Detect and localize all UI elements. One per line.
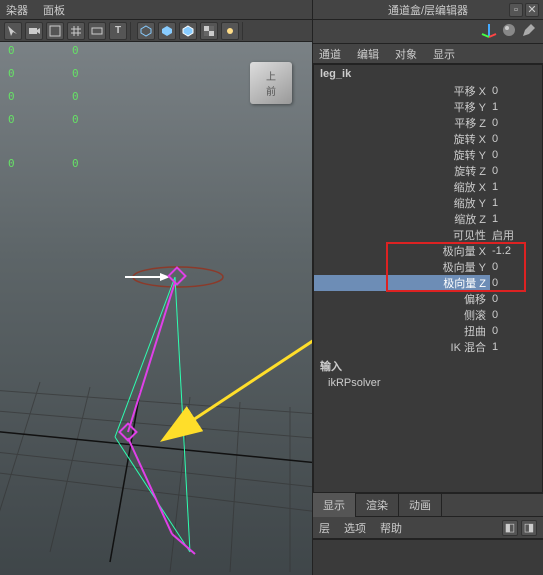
divider: [242, 22, 246, 40]
tab-channels[interactable]: 通道: [319, 46, 341, 62]
menu-options[interactable]: 选项: [344, 520, 366, 536]
undock-icon[interactable]: ▫: [509, 3, 523, 17]
attr-rotate-z[interactable]: 旋转 Z0: [314, 163, 542, 179]
input-solver[interactable]: ikRPsolver: [314, 377, 542, 389]
attr-rotate-y[interactable]: 旋转 Y0: [314, 147, 542, 163]
edit-icon[interactable]: [521, 22, 537, 41]
attr-twist[interactable]: 扭曲0: [314, 323, 542, 339]
channel-tabs: 通道 编辑 对象 显示: [313, 44, 543, 64]
attr-rotate-x[interactable]: 旋转 X0: [314, 131, 542, 147]
menu-panel[interactable]: 面板: [43, 2, 65, 18]
shaded-wire-icon[interactable]: [179, 22, 197, 40]
layer-list[interactable]: [313, 539, 543, 575]
channel-box-panel: 通道盒/层编辑器 ▫ ✕ 通道 编辑 对象 显示 leg_ik 平移 X0 平移…: [312, 0, 543, 575]
menu-layers[interactable]: 层: [319, 520, 330, 536]
channel-box-body: leg_ik 平移 X0 平移 Y1 平移 Z0 旋转 X0 旋转 Y0 旋转 …: [313, 64, 543, 493]
tab-display-layers[interactable]: 显示: [313, 493, 356, 517]
attr-translate-z[interactable]: 平移 Z0: [314, 115, 542, 131]
attr-roll[interactable]: 侧滚0: [314, 307, 542, 323]
tab-show[interactable]: 显示: [433, 46, 455, 62]
wireframe-icon[interactable]: [137, 22, 155, 40]
attr-pole-vector-y[interactable]: 极向量 Y0: [314, 259, 542, 275]
layer-menu-bar: 层 选项 帮助 ◧ ◨: [313, 517, 543, 539]
film-gate-icon[interactable]: [88, 22, 106, 40]
left-menu-bar: 染器 面板: [0, 0, 312, 20]
sphere-icon[interactable]: [501, 22, 517, 41]
attr-scale-y[interactable]: 缩放 Y1: [314, 195, 542, 211]
close-icon[interactable]: ✕: [525, 3, 539, 17]
attr-pole-vector-x[interactable]: 极向量 X-1.2: [314, 243, 542, 259]
manip-icon[interactable]: [481, 22, 497, 41]
tab-object[interactable]: 对象: [395, 46, 417, 62]
camera-icon[interactable]: [25, 22, 43, 40]
panel-title: 通道盒/层编辑器: [388, 2, 468, 18]
divider: [130, 22, 134, 40]
panel-icon-bar: [313, 20, 543, 44]
attributes-list: 平移 X0 平移 Y1 平移 Z0 旋转 X0 旋转 Y0 旋转 Z0 缩放 X…: [314, 83, 542, 355]
new-layer-icon[interactable]: ◧: [502, 520, 518, 536]
attr-translate-y[interactable]: 平移 Y1: [314, 99, 542, 115]
attr-offset[interactable]: 偏移0: [314, 291, 542, 307]
menu-renderer[interactable]: 染器: [6, 2, 28, 18]
panel-title-bar: 通道盒/层编辑器 ▫ ✕: [313, 0, 543, 20]
layer-editor-tabs: 显示 渲染 动画: [313, 493, 543, 517]
grid-icon[interactable]: [67, 22, 85, 40]
inputs-section[interactable]: 输入: [314, 355, 542, 377]
tab-anim-layers[interactable]: 动画: [399, 493, 442, 517]
viewport-3d[interactable]: 0 0 0 0 0 0 0 0 0 0 上 前: [0, 42, 312, 575]
attr-pole-vector-z[interactable]: 极向量 Z0: [314, 275, 542, 291]
text-icon[interactable]: T: [109, 22, 127, 40]
menu-help[interactable]: 帮助: [380, 520, 402, 536]
select-tool-icon[interactable]: [4, 22, 22, 40]
scene-content: [0, 42, 312, 575]
tab-edit[interactable]: 编辑: [357, 46, 379, 62]
object-name[interactable]: leg_ik: [314, 65, 542, 83]
tab-render-layers[interactable]: 渲染: [356, 493, 399, 517]
textured-icon[interactable]: [200, 22, 218, 40]
attr-ik-blend[interactable]: IK 混合1: [314, 339, 542, 355]
attr-translate-x[interactable]: 平移 X0: [314, 83, 542, 99]
attr-scale-x[interactable]: 缩放 X1: [314, 179, 542, 195]
viewport-toolbar: T: [0, 20, 312, 42]
attr-visibility[interactable]: 可见性启用: [314, 227, 542, 243]
light-icon[interactable]: [221, 22, 239, 40]
left-panel: 染器 面板 T 0 0 0 0 0 0 0 0 0 0 上 前: [0, 0, 312, 575]
shaded-icon[interactable]: [158, 22, 176, 40]
attr-scale-z[interactable]: 缩放 Z1: [314, 211, 542, 227]
frame-icon[interactable]: [46, 22, 64, 40]
add-to-layer-icon[interactable]: ◨: [521, 520, 537, 536]
